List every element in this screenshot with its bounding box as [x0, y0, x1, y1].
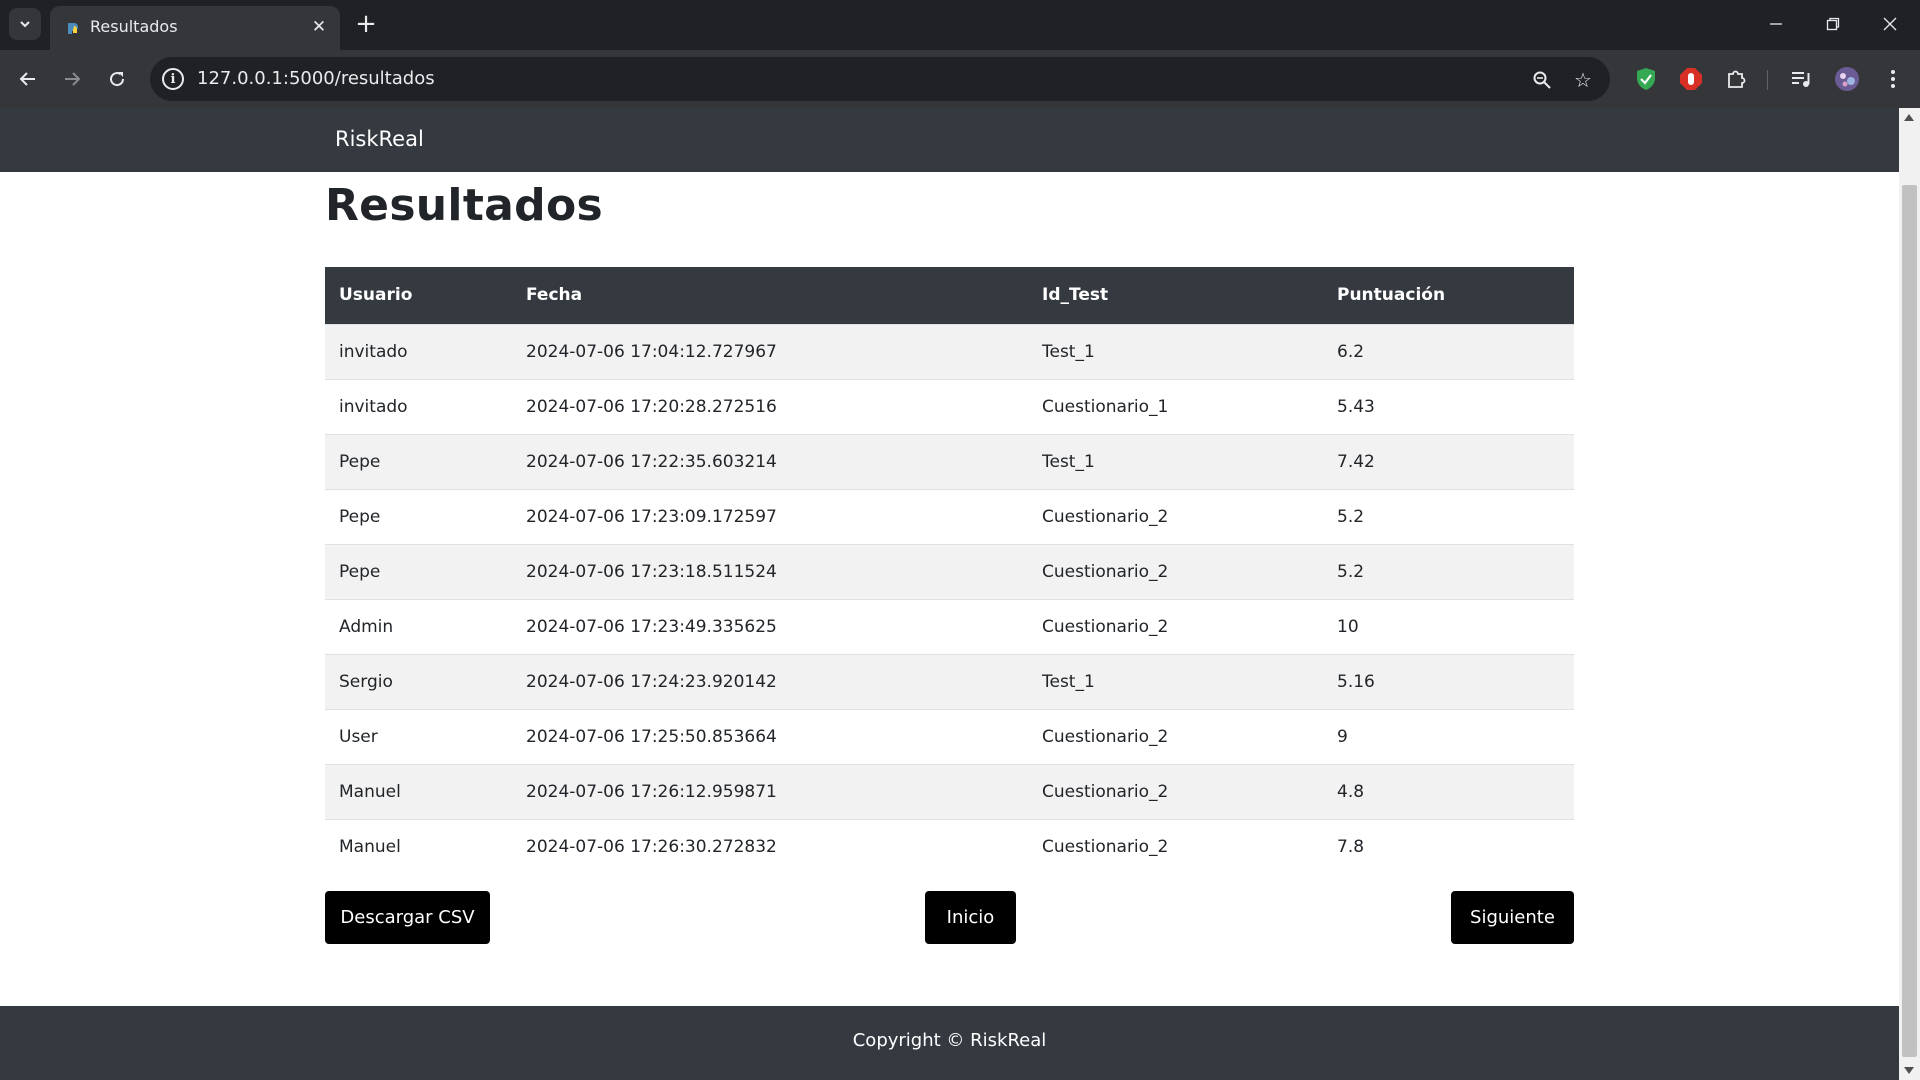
brand-link[interactable]: RiskReal	[335, 127, 424, 151]
cell-usuario: invitado	[325, 323, 512, 379]
cell-usuario: Manuel	[325, 818, 512, 874]
cell-fecha: 2024-07-06 17:25:50.853664	[512, 708, 1028, 764]
address-bar[interactable]: i 127.0.0.1:5000/resultados ☆	[150, 57, 1610, 101]
kebab-menu-icon[interactable]	[1879, 65, 1907, 93]
cell-usuario: Manuel	[325, 763, 512, 819]
browser-toolbar: i 127.0.0.1:5000/resultados ☆	[0, 50, 1920, 108]
column-header-id-test: Id_Test	[1028, 267, 1323, 324]
restore-icon[interactable]	[1815, 8, 1851, 40]
cell-usuario: Sergio	[325, 653, 512, 709]
toolbar-separator	[1767, 70, 1768, 90]
cell-fecha: 2024-07-06 17:26:30.272832	[512, 818, 1028, 874]
navbar: RiskReal	[0, 108, 1899, 172]
cell-id-test: Cuestionario_2	[1028, 708, 1323, 764]
cell-fecha: 2024-07-06 17:04:12.727967	[512, 323, 1028, 379]
window-close-icon[interactable]	[1872, 8, 1908, 40]
minimize-icon[interactable]	[1758, 8, 1794, 40]
table-row: Sergio 2024-07-06 17:24:23.920142 Test_1…	[325, 653, 1574, 709]
scroll-down-icon[interactable]	[1904, 1067, 1914, 1074]
cell-puntuacion: 5.43	[1323, 378, 1574, 434]
cell-id-test: Test_1	[1028, 653, 1323, 709]
column-header-usuario: Usuario	[325, 267, 512, 324]
table-row: Admin 2024-07-06 17:23:49.335625 Cuestio…	[325, 598, 1574, 654]
url-text[interactable]: 127.0.0.1:5000/resultados	[197, 68, 435, 89]
cell-id-test: Cuestionario_2	[1028, 818, 1323, 874]
avatar[interactable]	[1833, 65, 1861, 93]
cell-puntuacion: 5.2	[1323, 488, 1574, 544]
home-button[interactable]: Inicio	[925, 891, 1016, 944]
cell-id-test: Cuestionario_2	[1028, 543, 1323, 599]
cell-fecha: 2024-07-06 17:23:49.335625	[512, 598, 1028, 654]
cell-id-test: Test_1	[1028, 433, 1323, 489]
cell-usuario: Pepe	[325, 543, 512, 599]
cell-fecha: 2024-07-06 17:20:28.272516	[512, 378, 1028, 434]
cell-usuario: invitado	[325, 378, 512, 434]
cell-puntuacion: 7.42	[1323, 433, 1574, 489]
shield-extension-icon[interactable]	[1632, 65, 1660, 93]
tab-search-icon[interactable]	[9, 8, 41, 40]
cell-usuario: User	[325, 708, 512, 764]
cell-id-test: Cuestionario_2	[1028, 598, 1323, 654]
page-viewport: RiskReal Resultados Usuario Fecha Id_Tes…	[0, 108, 1899, 1080]
cell-fecha: 2024-07-06 17:26:12.959871	[512, 763, 1028, 819]
page-title: Resultados	[325, 180, 603, 231]
table-row: User 2024-07-06 17:25:50.853664 Cuestion…	[325, 708, 1574, 764]
page-scrollbar[interactable]	[1899, 108, 1920, 1080]
close-icon[interactable]: ✕	[307, 15, 331, 39]
puzzle-icon[interactable]	[1722, 65, 1750, 93]
cell-id-test: Cuestionario_1	[1028, 378, 1323, 434]
info-icon[interactable]: i	[162, 68, 184, 90]
browser-tab-strip: Resultados ✕ +	[0, 0, 1920, 50]
table-row: Manuel 2024-07-06 17:26:30.272832 Cuesti…	[325, 818, 1574, 874]
cell-usuario: Pepe	[325, 433, 512, 489]
media-control-icon[interactable]	[1787, 65, 1815, 93]
scroll-thumb[interactable]	[1902, 185, 1917, 1057]
cell-usuario: Admin	[325, 598, 512, 654]
cell-puntuacion: 5.2	[1323, 543, 1574, 599]
cell-puntuacion: 4.8	[1323, 763, 1574, 819]
next-button[interactable]: Siguiente	[1451, 891, 1574, 944]
browser-tab[interactable]: Resultados ✕	[50, 6, 340, 50]
forward-arrow-icon[interactable]	[56, 63, 88, 95]
cell-fecha: 2024-07-06 17:23:09.172597	[512, 488, 1028, 544]
cell-fecha: 2024-07-06 17:24:23.920142	[512, 653, 1028, 709]
reload-icon[interactable]	[101, 63, 133, 95]
table-row: Pepe 2024-07-06 17:23:18.511524 Cuestion…	[325, 543, 1574, 599]
stop-extension-icon[interactable]	[1677, 65, 1705, 93]
star-icon[interactable]: ☆	[1569, 66, 1597, 94]
table-row: Manuel 2024-07-06 17:26:12.959871 Cuesti…	[325, 763, 1574, 819]
results-table: Usuario Fecha Id_Test Puntuación invitad…	[325, 267, 1574, 874]
column-header-fecha: Fecha	[512, 267, 1028, 324]
table-row: invitado 2024-07-06 17:04:12.727967 Test…	[325, 323, 1574, 379]
favicon-icon	[65, 20, 81, 36]
column-header-puntuacion: Puntuación	[1323, 267, 1574, 324]
table-header-row: Usuario Fecha Id_Test Puntuación	[325, 267, 1574, 324]
cell-id-test: Test_1	[1028, 323, 1323, 379]
cell-puntuacion: 10	[1323, 598, 1574, 654]
cell-puntuacion: 7.8	[1323, 818, 1574, 874]
cell-puntuacion: 9	[1323, 708, 1574, 764]
table-row: invitado 2024-07-06 17:20:28.272516 Cues…	[325, 378, 1574, 434]
tab-title: Resultados	[90, 17, 178, 36]
cell-id-test: Cuestionario_2	[1028, 763, 1323, 819]
download-csv-button[interactable]: Descargar CSV	[325, 891, 490, 944]
cell-puntuacion: 5.16	[1323, 653, 1574, 709]
footer: Copyright © RiskReal	[0, 1006, 1899, 1080]
plus-icon[interactable]: +	[352, 9, 380, 39]
cell-puntuacion: 6.2	[1323, 323, 1574, 379]
back-arrow-icon[interactable]	[12, 63, 44, 95]
cell-fecha: 2024-07-06 17:23:18.511524	[512, 543, 1028, 599]
cell-fecha: 2024-07-06 17:22:35.603214	[512, 433, 1028, 489]
scroll-up-icon[interactable]	[1904, 114, 1914, 121]
table-row: Pepe 2024-07-06 17:23:09.172597 Cuestion…	[325, 488, 1574, 544]
cell-id-test: Cuestionario_2	[1028, 488, 1323, 544]
table-row: Pepe 2024-07-06 17:22:35.603214 Test_1 7…	[325, 433, 1574, 489]
copyright-text: Copyright © RiskReal	[852, 1030, 1047, 1051]
cell-usuario: Pepe	[325, 488, 512, 544]
zoom-icon[interactable]	[1528, 66, 1556, 94]
